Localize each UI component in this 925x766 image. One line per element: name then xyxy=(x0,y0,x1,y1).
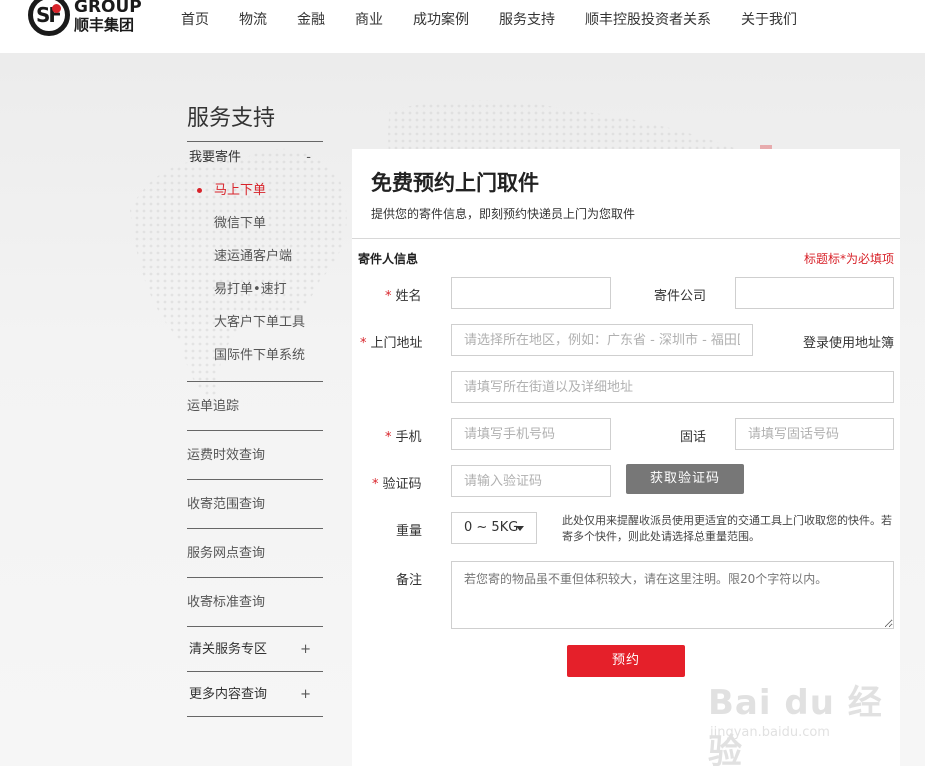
sender-info-heading: 寄件人信息 xyxy=(358,252,419,266)
address-detail-input[interactable] xyxy=(451,371,894,403)
phone-label: 固话 xyxy=(680,430,707,445)
sidebar-group-more[interactable]: 更多内容查询 + xyxy=(187,672,323,717)
pickup-form-panel: 免费预约上门取件 提供您的寄件信息，即刻预约快递员上门为您取件 寄件人信息 标题… xyxy=(352,149,900,766)
weight-select[interactable]: 0 ~ 5KG xyxy=(451,512,537,544)
company-input[interactable] xyxy=(735,277,894,309)
sidebar-item-wechat-order[interactable]: 微信下单 xyxy=(187,207,323,240)
nav-item-about[interactable]: 关于我们 xyxy=(741,9,797,29)
weight-select-value: 0 ~ 5KG xyxy=(464,520,519,535)
address-label-text: 上门地址 xyxy=(370,336,423,351)
required-star: * xyxy=(360,336,367,351)
code-label: * 验证码 xyxy=(372,473,422,492)
sidebar-item-enterprise-tool[interactable]: 大客户下单工具 xyxy=(187,306,323,339)
sidebar: 服务支持 我要寄件 - 马上下单 微信下单 速运通客户端 易打单•速打 大客户下… xyxy=(187,100,323,717)
phone-input[interactable] xyxy=(735,418,894,450)
sidebar-title: 服务支持 xyxy=(187,100,323,142)
sidebar-group-label: 我要寄件 xyxy=(189,150,242,165)
code-label-text: 验证码 xyxy=(382,477,422,492)
sidebar-group-label: 更多内容查询 xyxy=(189,687,268,702)
form-subtitle: 提供您的寄件信息，即刻预约快递员上门为您取件 xyxy=(371,207,636,221)
nav-item-finance[interactable]: 金融 xyxy=(297,9,325,29)
logo-name-text: 顺丰集团 xyxy=(74,16,135,34)
baidu-jingyan-watermark: Bai du 经验 jingyan.baidu.com xyxy=(708,675,908,766)
mobile-label: * 手机 xyxy=(385,426,422,445)
name-input[interactable] xyxy=(451,277,611,309)
address-book-link[interactable]: 登录使用地址簿 xyxy=(803,332,894,351)
address-region-input[interactable] xyxy=(451,324,753,356)
collapse-icon[interactable]: - xyxy=(306,142,311,174)
sidebar-item-standard-query[interactable]: 收寄标准查询 xyxy=(187,578,323,627)
sidebar-group-customs[interactable]: 清关服务专区 + xyxy=(187,627,323,672)
form-divider xyxy=(352,238,900,239)
watermark-main-text: Bai du 经验 xyxy=(708,683,883,766)
sidebar-group-label: 清关服务专区 xyxy=(189,642,268,657)
weight-label: 重量 xyxy=(396,524,423,539)
required-star: * xyxy=(372,477,379,492)
main-nav: 首页 物流 金融 商业 成功案例 服务支持 顺丰控股投资者关系 关于我们 xyxy=(181,9,827,29)
sidebar-divider xyxy=(187,372,323,382)
nav-item-support[interactable]: 服务支持 xyxy=(499,9,555,29)
name-label-text: 姓名 xyxy=(395,289,422,304)
sidebar-group-send[interactable]: 我要寄件 - xyxy=(187,142,323,174)
weight-note: 此处仅用来提醒收派员使用更适宜的交通工具上门收取您的快件。若寄多个快件，则此处请… xyxy=(562,514,892,543)
sidebar-item-outlet-query[interactable]: 服务网点查询 xyxy=(187,529,323,578)
remark-label: 备注 xyxy=(396,573,423,588)
caret-down-icon xyxy=(516,526,524,531)
sf-logo-mark-icon: SF xyxy=(28,0,70,36)
sidebar-item-client[interactable]: 速运通客户端 xyxy=(187,240,323,273)
sidebar-item-international[interactable]: 国际件下单系统 xyxy=(187,339,323,372)
site-header: SF GROUP 顺丰集团 首页 物流 金融 商业 成功案例 服务支持 顺丰控股… xyxy=(0,0,925,53)
required-note: 标题标*为必填项 xyxy=(803,252,894,266)
name-label: * 姓名 xyxy=(385,285,422,304)
address-label: * 上门地址 xyxy=(360,332,423,351)
nav-item-commerce[interactable]: 商业 xyxy=(355,9,383,29)
verification-code-input[interactable] xyxy=(451,465,611,497)
expand-icon[interactable]: + xyxy=(300,627,311,672)
submit-booking-button[interactable]: 预约 xyxy=(567,645,685,677)
sidebar-item-range-query[interactable]: 收寄范围查询 xyxy=(187,480,323,529)
get-code-button[interactable]: 获取验证码 xyxy=(626,464,744,494)
nav-item-cases[interactable]: 成功案例 xyxy=(413,9,469,29)
watermark-sub-text: jingyan.baidu.com xyxy=(710,725,830,740)
nav-item-logistics[interactable]: 物流 xyxy=(239,9,267,29)
expand-icon[interactable]: + xyxy=(300,672,311,717)
company-label: 寄件公司 xyxy=(654,289,707,304)
sf-group-logo[interactable]: SF GROUP 顺丰集团 xyxy=(28,0,148,36)
required-star: * xyxy=(385,289,392,304)
required-star: * xyxy=(385,430,392,445)
sidebar-item-tracking[interactable]: 运单追踪 xyxy=(187,382,323,431)
sidebar-item-fee-query[interactable]: 运费时效查询 xyxy=(187,431,323,480)
nav-item-investors[interactable]: 顺丰控股投资者关系 xyxy=(585,9,711,29)
mobile-label-text: 手机 xyxy=(395,430,422,445)
sidebar-item-order-now[interactable]: 马上下单 xyxy=(187,174,323,207)
sidebar-item-easy-print[interactable]: 易打单•速打 xyxy=(187,273,323,306)
nav-item-home[interactable]: 首页 xyxy=(181,9,209,29)
mobile-input[interactable] xyxy=(451,418,611,450)
form-title: 免费预约上门取件 xyxy=(371,171,539,195)
remark-textarea[interactable] xyxy=(451,561,894,629)
logo-red-dot xyxy=(52,4,61,13)
